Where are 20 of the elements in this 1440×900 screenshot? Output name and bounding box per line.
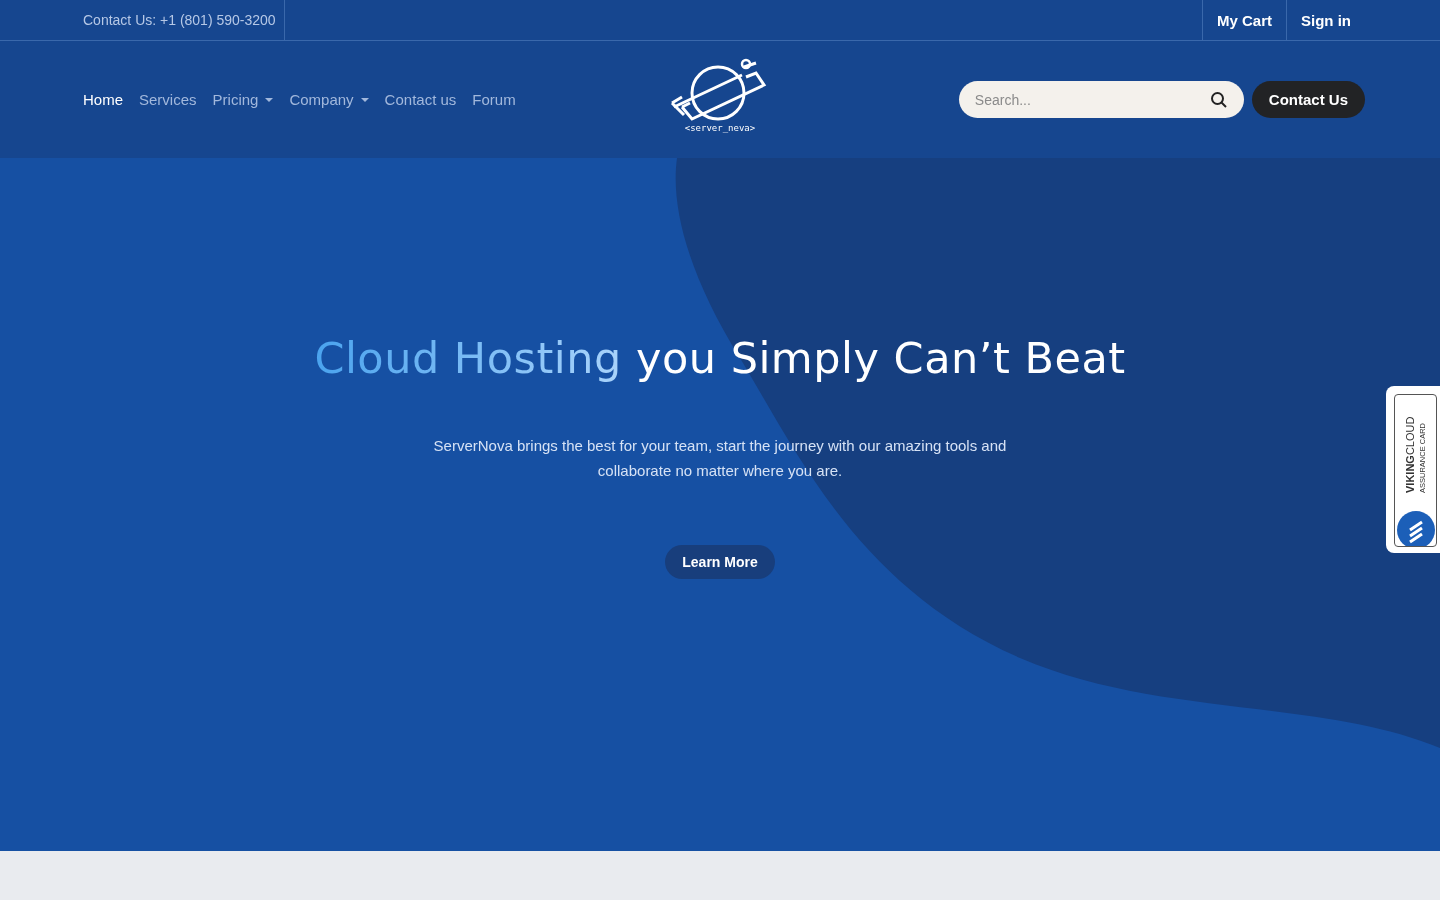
caret-icon bbox=[360, 97, 369, 102]
learn-more-button[interactable]: Learn More bbox=[665, 545, 775, 579]
nav-link[interactable]: Contact us bbox=[384, 91, 457, 108]
swirl-logo-icon bbox=[1395, 510, 1436, 546]
top-link[interactable]: Sign in bbox=[1286, 0, 1365, 40]
nav-link[interactable]: Company bbox=[289, 91, 369, 108]
contact-button[interactable]: Contact Us bbox=[1251, 81, 1365, 118]
top-link[interactable]: My Cart bbox=[1202, 0, 1286, 40]
badge-brand: VIKINGCLOUD bbox=[1403, 416, 1416, 493]
nav-link[interactable]: Forum bbox=[472, 91, 516, 108]
hero-text: ServerNova brings the best for your team, start the journey with our amazing tools and collaborate no matter where you are. bbox=[432, 436, 1008, 481]
nav-link[interactable]: Pricing bbox=[212, 91, 274, 108]
logo-text: <server_neva> bbox=[684, 123, 756, 133]
search-icon[interactable] bbox=[1209, 91, 1228, 109]
caret-icon bbox=[265, 97, 274, 102]
hero-heading: Cloud Hosting you Simply Can’t Beat bbox=[314, 333, 1126, 383]
search-field[interactable]: Search... bbox=[958, 81, 1244, 118]
nav-link[interactable]: Home bbox=[83, 91, 123, 108]
nav-link[interactable]: Services bbox=[139, 91, 197, 108]
contact-phone: Contact Us: +1 (801) 590-3200 bbox=[83, 12, 276, 28]
